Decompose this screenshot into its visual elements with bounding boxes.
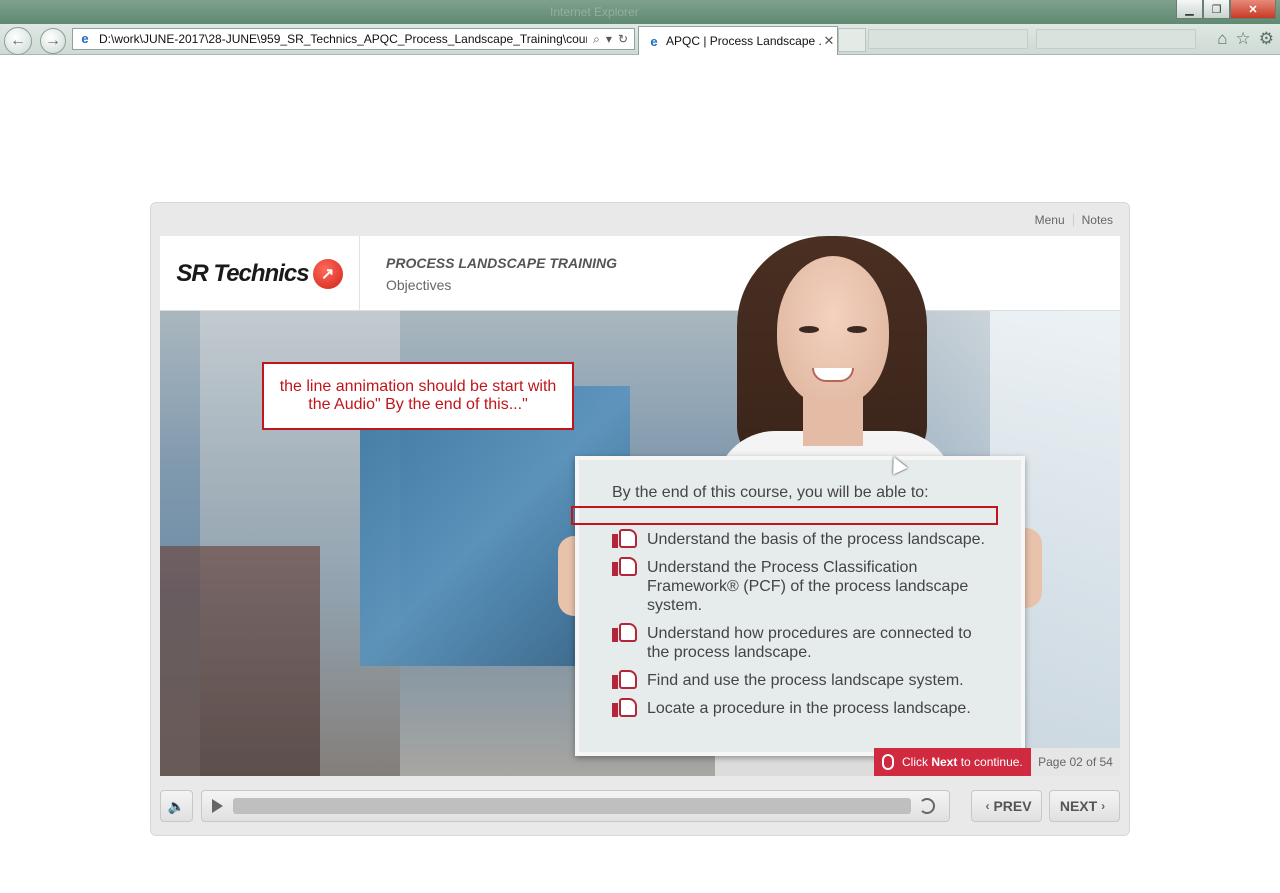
objectives-list: Understand the basis of the process land… <box>612 527 992 727</box>
prev-label: PREV <box>993 798 1032 814</box>
presenter-eye <box>799 326 819 333</box>
cta-bold: Next <box>931 755 958 769</box>
chevron-right-icon: › <box>1101 799 1106 813</box>
window-buttons: ▁ ❐ ✕ <box>1176 0 1276 19</box>
play-icon[interactable] <box>212 799 223 813</box>
presenter-image-top <box>715 236 955 311</box>
thumbs-up-icon <box>612 696 638 718</box>
home-icon[interactable]: ⌂ <box>1217 29 1227 49</box>
chevron-left-icon: ‹ <box>985 799 990 813</box>
logo-mark-icon: ↗ <box>312 258 343 289</box>
slide-header: SR Technics ↗ PROCESS LANDSCAPE TRAINING… <box>160 236 1120 311</box>
mouse-icon <box>882 754 894 770</box>
objective-text: Locate a procedure in the process landsc… <box>647 700 971 717</box>
forward-button[interactable]: → <box>40 28 66 54</box>
volume-button[interactable]: 🔈 <box>160 790 193 822</box>
cta-suffix: to continue. <box>960 755 1023 769</box>
objective-text: Find and use the process landscape syste… <box>647 672 964 689</box>
thumbs-up-icon <box>612 527 638 549</box>
building-base <box>160 546 320 776</box>
list-item: Understand how procedures are connected … <box>612 621 992 662</box>
nav-divider <box>1072 214 1074 226</box>
notes-link[interactable]: Notes <box>1082 213 1113 227</box>
address-url[interactable]: D:\work\JUNE-2017\28-JUNE\959_SR_Technic… <box>99 32 587 46</box>
speaker-icon: 🔈 <box>167 797 186 814</box>
page-title: Objectives <box>386 277 452 293</box>
search-box[interactable] <box>1036 29 1196 49</box>
prev-button[interactable]: ‹ PREV <box>971 790 1042 822</box>
list-item: Understand the Process Classification Fr… <box>612 555 992 615</box>
presenter-eye <box>847 326 867 333</box>
dropdown-icon[interactable]: ▾ <box>606 32 612 47</box>
objective-text: Understand the Process Classification Fr… <box>647 559 969 614</box>
back-button[interactable]: ← <box>4 27 32 55</box>
star-icon[interactable]: ☆ <box>1236 29 1251 49</box>
list-item: Find and use the process landscape syste… <box>612 668 992 690</box>
ie-page-icon: e <box>81 31 89 46</box>
window-titlebar: Internet Explorer ▁ ❐ ✕ <box>0 0 1280 24</box>
thumbs-up-icon <box>612 621 638 643</box>
restore-button[interactable]: ❐ <box>1203 0 1230 19</box>
audio-progress-bar[interactable] <box>233 798 911 814</box>
close-window-button[interactable]: ✕ <box>1230 0 1276 19</box>
tab-close-icon[interactable]: ✕ <box>821 33 837 49</box>
gear-icon[interactable]: ⚙ <box>1259 29 1274 49</box>
search-icon[interactable]: ⌕ <box>593 32 600 47</box>
objective-text: Understand the basis of the process land… <box>647 531 985 548</box>
thumbs-up-icon <box>612 668 638 690</box>
objectives-intro: By the end of this course, you will be a… <box>612 484 929 501</box>
minimize-button[interactable]: ▁ <box>1176 0 1203 19</box>
tab-ie-icon: e <box>650 33 658 49</box>
next-label: NEXT <box>1059 798 1098 814</box>
slide-stage: SR Technics ↗ PROCESS LANDSCAPE TRAINING… <box>160 236 1120 776</box>
list-item: Locate a procedure in the process landsc… <box>612 696 992 718</box>
tab-title: APQC | Process Landscape ... <box>666 34 821 48</box>
browser-tab-active[interactable]: e APQC | Process Landscape ... ✕ <box>638 26 838 55</box>
page-indicator: Page 02 of 54 <box>1031 748 1120 776</box>
window-title: Internet Explorer <box>550 5 639 19</box>
refresh-icon[interactable]: ↻ <box>618 32 628 47</box>
logo: SR Technics ↗ <box>160 236 360 311</box>
replay-icon[interactable] <box>919 798 935 814</box>
thumbs-up-icon <box>612 555 638 577</box>
audio-controls <box>201 790 950 822</box>
address-tools: ⌕ ▾ ↻ <box>587 32 634 47</box>
toolbar-ghost-field[interactable] <box>868 29 1028 49</box>
address-bar[interactable]: e D:\work\JUNE-2017\28-JUNE\959_SR_Techn… <box>72 28 635 50</box>
objective-text: Understand how procedures are connected … <box>647 625 972 661</box>
browser-toolbar: ← → e D:\work\JUNE-2017\28-JUNE\959_SR_T… <box>0 24 1280 55</box>
course-player: Menu Notes SR Technics ↗ PROCESS LANDSCA… <box>150 202 1130 836</box>
new-tab-button[interactable] <box>838 28 866 52</box>
review-note: the line annimation should be start with… <box>262 362 574 430</box>
presenter-smile <box>812 368 854 382</box>
menu-link[interactable]: Menu <box>1035 213 1065 227</box>
continue-prompt: Click Next to continue. <box>874 748 1031 776</box>
list-item: Understand the basis of the process land… <box>612 527 992 549</box>
cta-prefix: Click <box>902 755 928 769</box>
browser-right-icons: ⌂ ☆ ⚙ <box>1217 29 1274 49</box>
next-button[interactable]: NEXT › <box>1049 790 1120 822</box>
review-highlight-box <box>571 506 998 525</box>
logo-text: SR Technics <box>176 259 309 287</box>
player-top-nav: Menu Notes <box>1035 213 1113 227</box>
course-title: PROCESS LANDSCAPE TRAINING <box>386 255 618 271</box>
